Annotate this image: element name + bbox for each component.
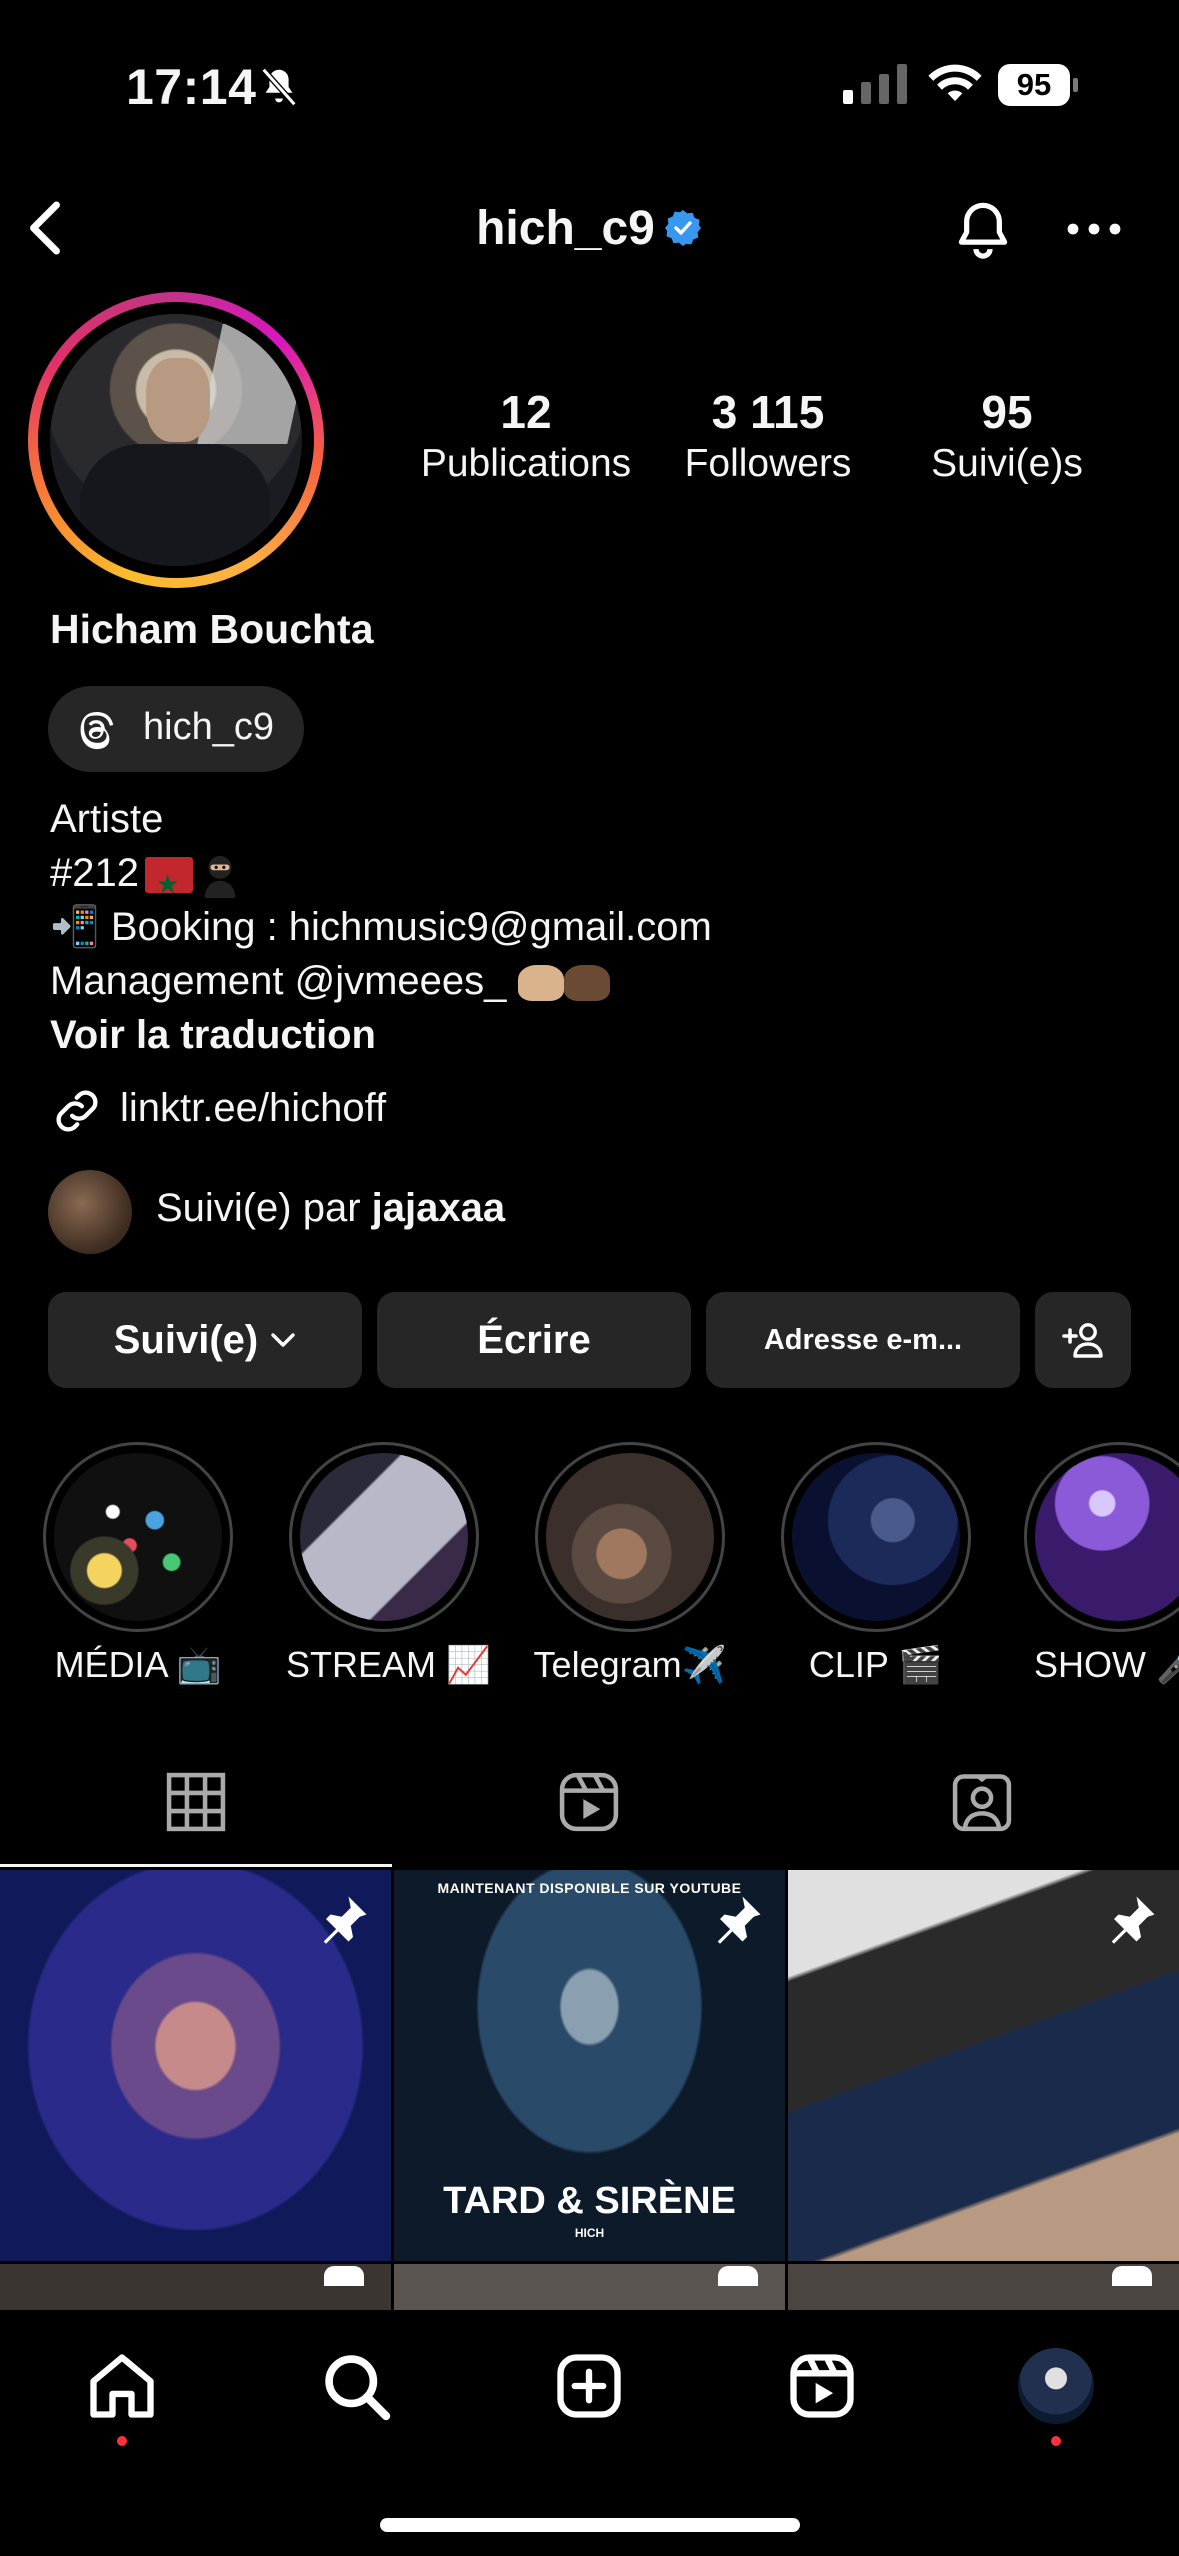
highlight-cover <box>1035 1453 1179 1621</box>
search-icon[interactable] <box>318 2348 394 2424</box>
notifications-bell-icon[interactable] <box>948 196 1018 266</box>
tagged-tab-icon[interactable] <box>948 1768 1016 1836</box>
highlight-media[interactable]: MÉDIA 📺 <box>40 1442 236 1686</box>
message-button-label: Écrire <box>477 1317 591 1362</box>
link-icon <box>56 1090 98 1132</box>
create-post-icon[interactable] <box>551 2348 627 2424</box>
cellular-signal-icon <box>843 64 907 104</box>
stat-label: Followers <box>684 442 852 485</box>
reels-icon[interactable] <box>784 2348 860 2424</box>
threads-handle: hich_c9 <box>143 706 274 748</box>
home-notification-dot <box>117 2436 127 2446</box>
highlight-label: MÉDIA 📺 <box>54 1644 222 1685</box>
email-button[interactable]: Adresse e-m... <box>706 1292 1020 1388</box>
post-thumbnail[interactable] <box>0 2264 391 2310</box>
followed-by-prefix: Suivi(e) par <box>156 1186 372 1230</box>
reel-icon <box>1112 2266 1152 2286</box>
stat-number: 12 <box>500 386 552 438</box>
status-time: 17:14 <box>126 59 257 115</box>
verified-badge-icon <box>664 210 701 247</box>
post-thumbnail[interactable]: MAINTENANT DISPONIBLE SUR YOUTUBE TARD &… <box>394 1870 785 2261</box>
profile-notification-dot <box>1051 2436 1061 2446</box>
highlight-stream[interactable]: STREAM 📈 <box>286 1442 491 1686</box>
threads-icon <box>80 712 114 750</box>
stat-number: 95 <box>981 386 1033 438</box>
post-thumbnail[interactable] <box>0 1870 391 2261</box>
ninja-emoji-icon <box>204 856 236 899</box>
post-thumbnail[interactable] <box>394 2264 785 2310</box>
chevron-down-icon <box>271 1333 295 1347</box>
highlight-cover <box>792 1453 960 1621</box>
highlight-cover <box>546 1453 714 1621</box>
message-button[interactable]: Écrire <box>377 1292 691 1388</box>
threads-profile-button[interactable]: hich_c9 <box>48 686 304 772</box>
home-indicator <box>380 2518 800 2532</box>
link-url: linktr.ee/hichoff <box>120 1086 387 1130</box>
active-tab-indicator <box>0 1864 392 1867</box>
following-button[interactable]: Suivi(e) <box>48 1292 362 1388</box>
profile-avatar-story-ring[interactable] <box>28 292 324 588</box>
highlight-show[interactable]: SHOW 🎤 <box>1024 1442 1179 1686</box>
see-translation-link[interactable]: Voir la traduction <box>50 1008 712 1062</box>
stat-publications[interactable]: 12 Publications <box>406 384 646 488</box>
stat-followers[interactable]: 3 115 Followers <box>648 384 888 488</box>
profile-full-name: Hicham Bouchta <box>50 606 374 652</box>
stat-number: 3 115 <box>711 386 825 438</box>
profile-avatar <box>50 314 302 566</box>
stat-label: Publications <box>420 442 632 485</box>
post-thumbnail[interactable] <box>788 2264 1179 2310</box>
reel-icon <box>324 2266 364 2286</box>
highlight-telegram[interactable]: Telegram✈️ <box>532 1442 728 1686</box>
bio-management[interactable]: Management @jvmeees_ <box>50 959 506 1003</box>
highlight-label: Telegram✈️ <box>533 1644 727 1685</box>
silent-mode-icon <box>261 67 297 107</box>
pinned-icon <box>717 1896 761 1944</box>
fist-bump-emoji-icon <box>517 965 564 1002</box>
profile-bio: Artiste #212 📲 Booking : hichmusic9@gmai… <box>50 792 712 1062</box>
bio-line-hashtag: #212 <box>50 846 712 911</box>
highlight-label: SHOW 🎤 <box>1034 1644 1179 1685</box>
more-options-icon[interactable] <box>1064 214 1124 244</box>
morocco-flag-icon <box>144 857 193 911</box>
grid-posts-tab-icon[interactable] <box>162 1768 230 1836</box>
highlight-cover <box>300 1453 468 1621</box>
pinned-icon <box>1111 1896 1155 1944</box>
post-caption-title: TARD & SIRÈNE <box>443 2180 736 2222</box>
stat-label: Suivi(e)s <box>931 442 1083 485</box>
highlight-cover <box>54 1453 222 1621</box>
post-thumbnail[interactable] <box>788 1870 1179 2261</box>
highlight-label: STREAM 📈 <box>286 1644 491 1685</box>
bio-booking: 📲 Booking : hichmusic9@gmail.com <box>50 905 712 949</box>
mutual-follower-avatar[interactable] <box>48 1170 132 1254</box>
bio-hashtag[interactable]: #212 <box>50 851 139 895</box>
highlight-clip[interactable]: CLIP 🎬 <box>778 1442 974 1686</box>
followed-by-username: jajaxaa <box>371 1186 506 1230</box>
followed-by-text[interactable]: Suivi(e) par jajaxaa <box>156 1186 505 1231</box>
profile-tab-avatar[interactable] <box>1018 2348 1094 2424</box>
battery-level: 95 <box>998 64 1070 106</box>
pinned-icon <box>323 1896 367 1944</box>
email-button-label: Adresse e-m... <box>763 1323 963 1356</box>
bio-management-line: Management @jvmeees_ <box>50 954 712 1008</box>
add-person-icon <box>1062 1323 1103 1358</box>
suggested-users-button[interactable] <box>1035 1292 1131 1388</box>
battery-indicator: 95 <box>998 64 1080 106</box>
username-text: hich_c9 <box>476 201 655 255</box>
reels-tab-icon[interactable] <box>555 1768 623 1836</box>
post-caption-artist: HICH <box>574 2226 605 2240</box>
home-icon[interactable] <box>84 2348 160 2424</box>
highlight-label: CLIP 🎬 <box>808 1644 944 1685</box>
following-button-label: Suivi(e) <box>113 1317 259 1362</box>
fist-bump-emoji-icon <box>563 965 610 1002</box>
bio-line: Artiste <box>50 797 164 841</box>
wifi-icon <box>928 64 982 102</box>
reel-icon <box>718 2266 758 2286</box>
stat-following[interactable]: 95 Suivi(e)s <box>887 384 1127 488</box>
